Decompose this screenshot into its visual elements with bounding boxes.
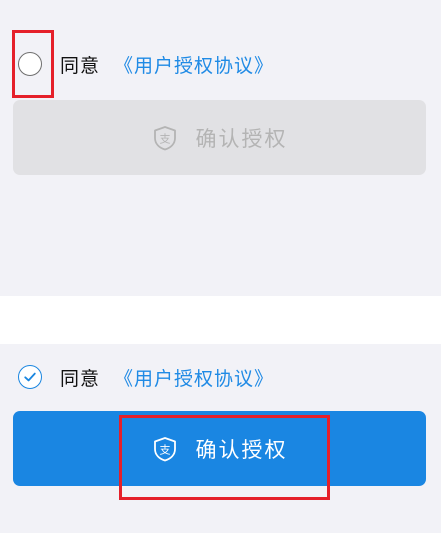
agree-radio-unchecked[interactable] xyxy=(18,52,42,76)
agree-row: 同意 《用户授权协议》 xyxy=(0,47,441,81)
alipay-shield-icon: 支 xyxy=(152,436,178,462)
agree-label: 同意 xyxy=(60,54,101,77)
check-icon xyxy=(24,372,36,382)
svg-text:支: 支 xyxy=(159,132,170,145)
agree-row: 同意 《用户授权协议》 xyxy=(0,360,441,394)
agree-radio-checked[interactable] xyxy=(18,365,42,389)
user-agreement-link[interactable]: 《用户授权协议》 xyxy=(114,51,274,78)
confirm-authorize-label: 确认授权 xyxy=(195,126,288,151)
confirm-authorize-label: 确认授权 xyxy=(195,437,288,462)
authorization-panel-unchecked: 同意 《用户授权协议》 支 确认授权 xyxy=(0,0,441,296)
authorization-panel-checked: 同意 《用户授权协议》 支 确认授权 xyxy=(0,344,441,533)
alipay-shield-icon: 支 xyxy=(152,125,178,151)
confirm-authorize-button-disabled[interactable]: 支 确认授权 xyxy=(13,100,426,175)
page: 同意 《用户授权协议》 支 确认授权 同意 《用户授权协议》 支 确认授权 xyxy=(0,0,441,533)
confirm-authorize-button-enabled[interactable]: 支 确认授权 xyxy=(13,411,426,486)
svg-text:支: 支 xyxy=(159,443,170,456)
agree-label: 同意 xyxy=(60,367,101,390)
user-agreement-link[interactable]: 《用户授权协议》 xyxy=(114,364,274,391)
